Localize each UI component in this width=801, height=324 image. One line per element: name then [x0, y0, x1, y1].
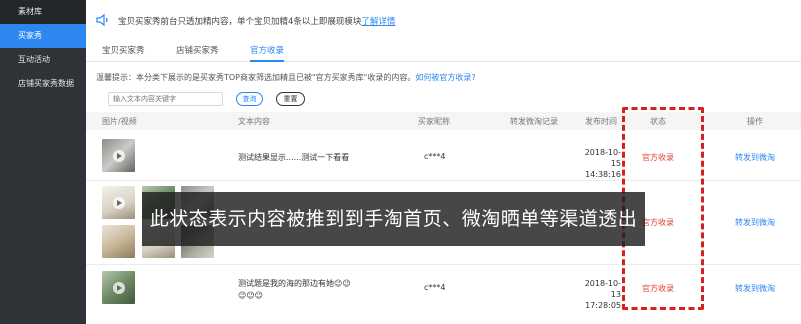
- tab-official-collection[interactable]: 官方收录: [250, 44, 285, 62]
- forward-to-weitao-link[interactable]: 转发到微淘: [735, 217, 775, 228]
- annotation-caption: 此状态表示内容被推到到手淘首页、微淘晒单等渠道透出: [142, 192, 645, 246]
- row-nickname: c***4: [424, 283, 446, 292]
- media-thumbnail[interactable]: [102, 225, 135, 258]
- header-publish-time: 发布时间: [585, 117, 617, 126]
- sidebar-item-interactive-activity[interactable]: 互动活动: [0, 48, 86, 72]
- tab-shop-buyer-show[interactable]: 店铺买家秀: [176, 44, 219, 62]
- how-to-be-collected-link[interactable]: 如何被官方收录?: [415, 73, 475, 82]
- play-icon: [112, 149, 125, 162]
- sidebar-item-shop-buyer-show-data[interactable]: 店铺买家秀数据: [0, 72, 86, 96]
- forward-to-weitao-link[interactable]: 转发到微淘: [735, 283, 775, 294]
- media-thumbnail[interactable]: [102, 186, 135, 219]
- row-text: 测试结果显示......测试一下看看: [238, 153, 350, 162]
- media-thumbnail[interactable]: [102, 271, 135, 304]
- reset-button[interactable]: 重置: [276, 92, 305, 106]
- tip-text: 温馨提示：本分类下展示的是买家秀TOP商家筛选加精且已被"官方买家秀库"收录的内…: [96, 73, 476, 82]
- sidebar-item-material-library[interactable]: 素材库: [0, 0, 86, 24]
- row-publish-time: 2018-10-15 14:38:16: [584, 148, 621, 179]
- notice-bar: 宝贝买家秀前台只透加精内容，单个宝贝加精4条以上即展现模块了解详情: [86, 0, 801, 40]
- header-text: 文本内容: [238, 117, 270, 126]
- forward-to-weitao-link[interactable]: 转发到微淘: [735, 152, 775, 163]
- search-input[interactable]: [108, 92, 223, 106]
- tab-bar: 宝贝买家秀 店铺买家秀 官方收录: [86, 40, 801, 62]
- app: 素材库 买家秀 互动活动 店铺买家秀数据 宝贝买家秀前台只透加精内容，单个宝贝加…: [0, 0, 801, 324]
- media-thumbnail[interactable]: [102, 139, 135, 172]
- row-nickname: c***4: [424, 152, 446, 161]
- tab-item-buyer-show[interactable]: 宝贝买家秀: [102, 44, 145, 62]
- header-forward-record: 转发微淘记录: [510, 117, 558, 126]
- learn-more-link[interactable]: 了解详情: [361, 17, 395, 27]
- play-icon: [112, 281, 125, 294]
- notice-text: 宝贝买家秀前台只透加精内容，单个宝贝加精4条以上即展现模块了解详情: [118, 17, 396, 27]
- play-icon: [112, 196, 125, 209]
- header-media: 图片/视频: [102, 117, 137, 126]
- sidebar-item-buyer-show[interactable]: 买家秀: [0, 24, 86, 48]
- query-button[interactable]: 查询: [236, 92, 263, 106]
- sidebar: 素材库 买家秀 互动活动 店铺买家秀数据: [0, 0, 86, 324]
- speaker-icon: [96, 13, 108, 27]
- row-publish-time: 2018-10-13 17:28:05: [584, 279, 621, 310]
- header-nickname: 买家昵称: [418, 117, 450, 126]
- header-actions: 操作: [747, 117, 763, 126]
- row-text: 测试题是我的海的那边有她😉😉 😉😉😉: [238, 279, 351, 300]
